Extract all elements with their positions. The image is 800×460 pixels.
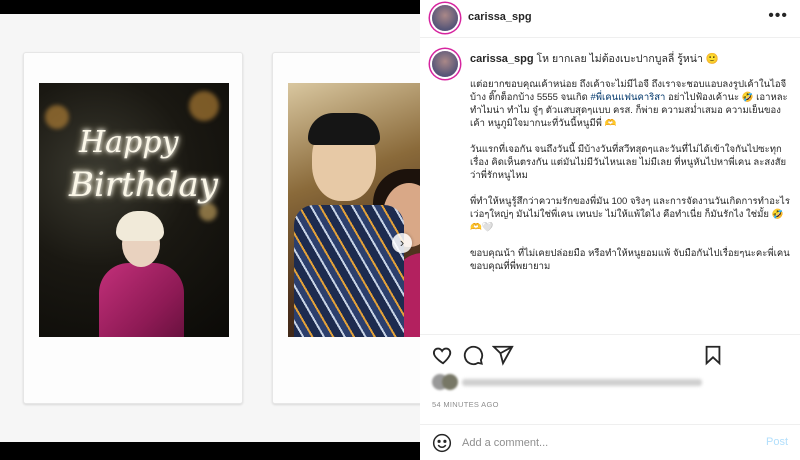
bookmark-icon[interactable] xyxy=(702,344,724,366)
likes-summary[interactable] xyxy=(432,374,712,390)
birthday-photo: Happy Birthday xyxy=(39,83,229,337)
polaroid-frame-1: Happy Birthday xyxy=(23,52,243,404)
couple-photo xyxy=(288,83,420,337)
avatar xyxy=(442,374,458,390)
comment-bar: Post xyxy=(420,424,800,460)
caption-paragraph: แต่อยากขอบคุณเค้าหน่อย ถึงเค้าจะไม่มีไอจ… xyxy=(470,78,790,130)
caption-paragraph: ขอบคุณน้า ที่ไม่เคยปล่อยมือ หรือทำให้หนู… xyxy=(470,248,790,272)
post-side-panel: carissa_spg ••• carissa_spg โห ยากเลย ไม… xyxy=(420,0,800,460)
post-header: carissa_spg ••• xyxy=(420,0,800,38)
username-link[interactable]: carissa_spg xyxy=(468,11,532,23)
person-figure xyxy=(294,113,404,337)
caption-header: carissa_spg โห ยากเลย ไม่ต้องเบะปากบูลลี… xyxy=(470,52,790,66)
person-figure xyxy=(94,203,184,337)
username-link[interactable]: carissa_spg xyxy=(470,53,534,65)
neon-sign-text: Birthday xyxy=(69,165,218,205)
media-carousel[interactable]: Happy Birthday › xyxy=(0,14,420,442)
action-bar xyxy=(420,334,800,372)
bokeh-light xyxy=(45,105,69,129)
caption-paragraph: วันแรกที่เจอกัน จนถึงวันนี้ มีบ้างวันที่… xyxy=(470,144,787,181)
caption-paragraph: พี่ทำให้หนูรู้สึกว่าความรักของพี่มัน 100… xyxy=(470,196,790,233)
caption-text: แต่อยากขอบคุณเค้าหน่อย ถึงเค้าจะไม่มีไอจ… xyxy=(470,78,790,286)
caption-first-line: โห ยากเลย ไม่ต้องเบะปากบูลลี่ รู้หน่า 🙂 xyxy=(536,53,719,65)
smiley-icon[interactable] xyxy=(432,433,452,453)
carousel-next-button[interactable]: › xyxy=(392,233,412,253)
avatar[interactable] xyxy=(432,5,458,31)
post-comment-button[interactable]: Post xyxy=(766,436,788,448)
avatar[interactable] xyxy=(432,51,458,77)
neon-sign-text: Happy xyxy=(79,125,179,160)
chevron-right-icon: › xyxy=(399,235,405,250)
comment-icon[interactable] xyxy=(462,344,484,366)
caption-area: carissa_spg โห ยากเลย ไม่ต้องเบะปากบูลลี… xyxy=(420,38,800,334)
more-horizontal-icon[interactable]: ••• xyxy=(768,7,788,25)
hashtag-link[interactable]: #พี่เคนแฟนคาริสา xyxy=(590,92,665,103)
comment-input[interactable] xyxy=(462,434,742,452)
polaroid-frame-2 xyxy=(272,52,420,404)
heart-icon[interactable] xyxy=(432,344,454,366)
bokeh-light xyxy=(199,203,217,221)
bokeh-light xyxy=(189,91,219,121)
likes-text-redacted xyxy=(462,379,702,386)
send-icon[interactable] xyxy=(491,344,514,366)
post-media: Happy Birthday › xyxy=(0,0,420,460)
post-timestamp[interactable]: 54 MINUTES AGO xyxy=(432,400,499,409)
